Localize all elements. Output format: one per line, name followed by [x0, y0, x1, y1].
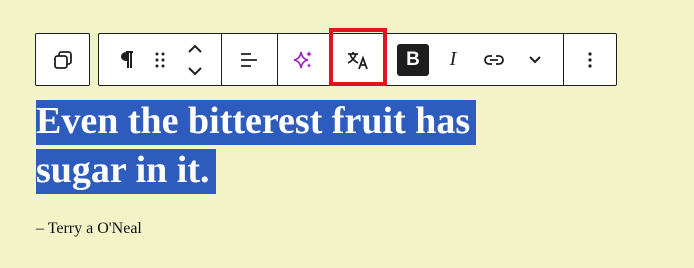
more-vertical-icon — [587, 51, 593, 69]
transform-block-button[interactable] — [36, 34, 89, 85]
translate-icon — [346, 50, 370, 70]
chevron-down-icon — [528, 55, 542, 64]
toolbar-divider — [563, 34, 564, 85]
quote-text[interactable]: Even the bitterest fruit has sugar in it… — [36, 97, 536, 195]
move-down-button[interactable] — [181, 59, 209, 83]
link-icon — [483, 53, 505, 67]
italic-button[interactable]: I — [437, 34, 469, 85]
quote-line-1: Even the bitterest fruit has — [36, 100, 477, 145]
link-button[interactable] — [477, 34, 511, 85]
translate-button[interactable] — [337, 34, 379, 85]
duplicate-icon — [52, 49, 74, 71]
pilcrow-icon — [119, 50, 135, 70]
drag-handle[interactable] — [147, 34, 173, 85]
bold-button[interactable]: B — [397, 44, 429, 76]
align-left-icon — [239, 51, 259, 69]
options-button[interactable] — [573, 34, 607, 85]
block-toolbar: B I — [98, 33, 617, 86]
block-transform-box — [35, 33, 90, 86]
sparkle-icon — [291, 49, 315, 71]
align-button[interactable] — [231, 34, 267, 85]
paragraph-type-button[interactable] — [109, 34, 145, 85]
more-rich-text-button[interactable] — [519, 34, 551, 85]
toolbar-divider — [221, 34, 222, 85]
italic-label: I — [449, 48, 457, 70]
quote-citation[interactable]: – Terry a O'Neal — [36, 220, 142, 238]
drag-icon — [154, 51, 166, 69]
bold-label: B — [406, 49, 420, 70]
quote-line-2: sugar in it. — [36, 149, 216, 194]
ai-assistant-button[interactable] — [285, 34, 321, 85]
move-up-button[interactable] — [181, 37, 209, 61]
chevron-up-icon — [187, 44, 203, 54]
chevron-down-icon — [187, 66, 203, 76]
toolbar-divider — [277, 34, 278, 85]
